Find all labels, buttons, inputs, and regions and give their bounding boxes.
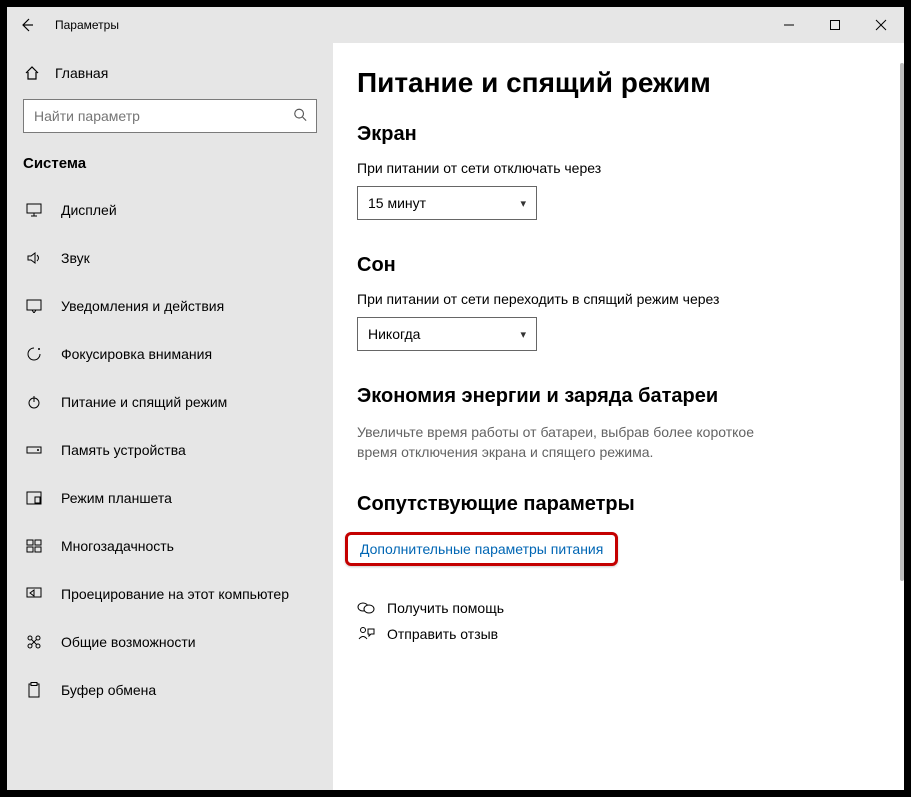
sleep-value: Никогда [368, 326, 420, 342]
close-icon [875, 19, 887, 31]
additional-power-link[interactable]: Дополнительные параметры питания [345, 532, 618, 566]
projecting-icon [25, 587, 43, 601]
feedback-link[interactable]: Отправить отзыв [357, 626, 880, 642]
display-icon [25, 203, 43, 217]
maximize-button[interactable] [812, 7, 858, 43]
sidebar-item-notifications[interactable]: Уведомления и действия [7, 282, 333, 330]
tablet-icon [25, 491, 43, 505]
related-section-title: Сопутствующие параметры [357, 493, 880, 516]
sleep-section-title: Сон [357, 254, 880, 277]
close-button[interactable] [858, 7, 904, 43]
body: Главная Система Дисплей Звук [7, 43, 904, 790]
home-button[interactable]: Главная [7, 57, 333, 89]
screen-off-select[interactable]: 15 минут ▾ [357, 186, 537, 220]
battery-hint: Увеличьте время работы от батареи, выбра… [357, 422, 797, 463]
sidebar-item-clipboard[interactable]: Буфер обмена [7, 666, 333, 714]
chevron-down-icon: ▾ [520, 197, 526, 210]
power-icon [25, 394, 43, 410]
sidebar-item-label: Память устройства [61, 442, 186, 458]
sidebar-item-label: Буфер обмена [61, 682, 156, 698]
get-help-label: Получить помощь [387, 600, 504, 616]
shared-icon [25, 634, 43, 650]
sidebar-item-focus[interactable]: Фокусировка внимания [7, 330, 333, 378]
focus-icon [25, 346, 43, 362]
sidebar-item-storage[interactable]: Память устройства [7, 426, 333, 474]
scrollbar[interactable] [896, 63, 904, 782]
sleep-select[interactable]: Никогда ▾ [357, 317, 537, 351]
get-help-link[interactable]: Получить помощь [357, 600, 880, 616]
notifications-icon [25, 299, 43, 313]
search-box[interactable] [23, 99, 317, 133]
sidebar: Главная Система Дисплей Звук [7, 43, 333, 790]
maximize-icon [829, 19, 841, 31]
home-icon [23, 65, 41, 81]
sidebar-item-sound[interactable]: Звук [7, 234, 333, 282]
sidebar-item-shared[interactable]: Общие возможности [7, 618, 333, 666]
screen-off-label: При питании от сети отключать через [357, 160, 880, 176]
minimize-button[interactable] [766, 7, 812, 43]
sidebar-item-tablet[interactable]: Режим планшета [7, 474, 333, 522]
sidebar-item-label: Уведомления и действия [61, 298, 224, 314]
sidebar-item-label: Режим планшета [61, 490, 172, 506]
back-button[interactable] [7, 17, 47, 33]
sidebar-item-label: Питание и спящий режим [61, 394, 227, 410]
sidebar-item-label: Проецирование на этот компьютер [61, 586, 289, 602]
search-icon [293, 108, 307, 125]
sidebar-item-label: Общие возможности [61, 634, 196, 650]
sidebar-item-label: Многозадачность [61, 538, 174, 554]
sidebar-nav: Дисплей Звук Уведомления и действия Фоку… [7, 186, 333, 790]
sleep-label: При питании от сети переходить в спящий … [357, 291, 880, 307]
help-icon [357, 600, 375, 616]
sound-icon [25, 251, 43, 265]
sidebar-item-power[interactable]: Питание и спящий режим [7, 378, 333, 426]
sidebar-item-projecting[interactable]: Проецирование на этот компьютер [7, 570, 333, 618]
sidebar-item-display[interactable]: Дисплей [7, 186, 333, 234]
home-label: Главная [55, 65, 108, 81]
feedback-label: Отправить отзыв [387, 626, 498, 642]
minimize-icon [783, 19, 795, 31]
search-input[interactable] [23, 99, 317, 133]
window-title: Параметры [47, 18, 119, 32]
chevron-down-icon: ▾ [520, 328, 526, 341]
sidebar-item-label: Звук [61, 250, 90, 266]
back-arrow-icon [19, 17, 35, 33]
feedback-icon [357, 626, 375, 642]
sidebar-item-label: Фокусировка внимания [61, 346, 212, 362]
multitask-icon [25, 539, 43, 553]
content: Питание и спящий режим Экран При питании… [333, 43, 904, 790]
titlebar: Параметры [7, 7, 904, 43]
screen-section-title: Экран [357, 123, 880, 146]
sidebar-item-label: Дисплей [61, 202, 117, 218]
sidebar-item-multitask[interactable]: Многозадачность [7, 522, 333, 570]
settings-window: Параметры Главная С [0, 0, 911, 797]
scrollbar-thumb[interactable] [900, 63, 904, 581]
category-label: Система [7, 147, 333, 186]
clipboard-icon [25, 682, 43, 698]
storage-icon [25, 444, 43, 456]
screen-off-value: 15 минут [368, 195, 426, 211]
battery-section-title: Экономия энергии и заряда батареи [357, 385, 880, 408]
page-title: Питание и спящий режим [357, 67, 880, 99]
